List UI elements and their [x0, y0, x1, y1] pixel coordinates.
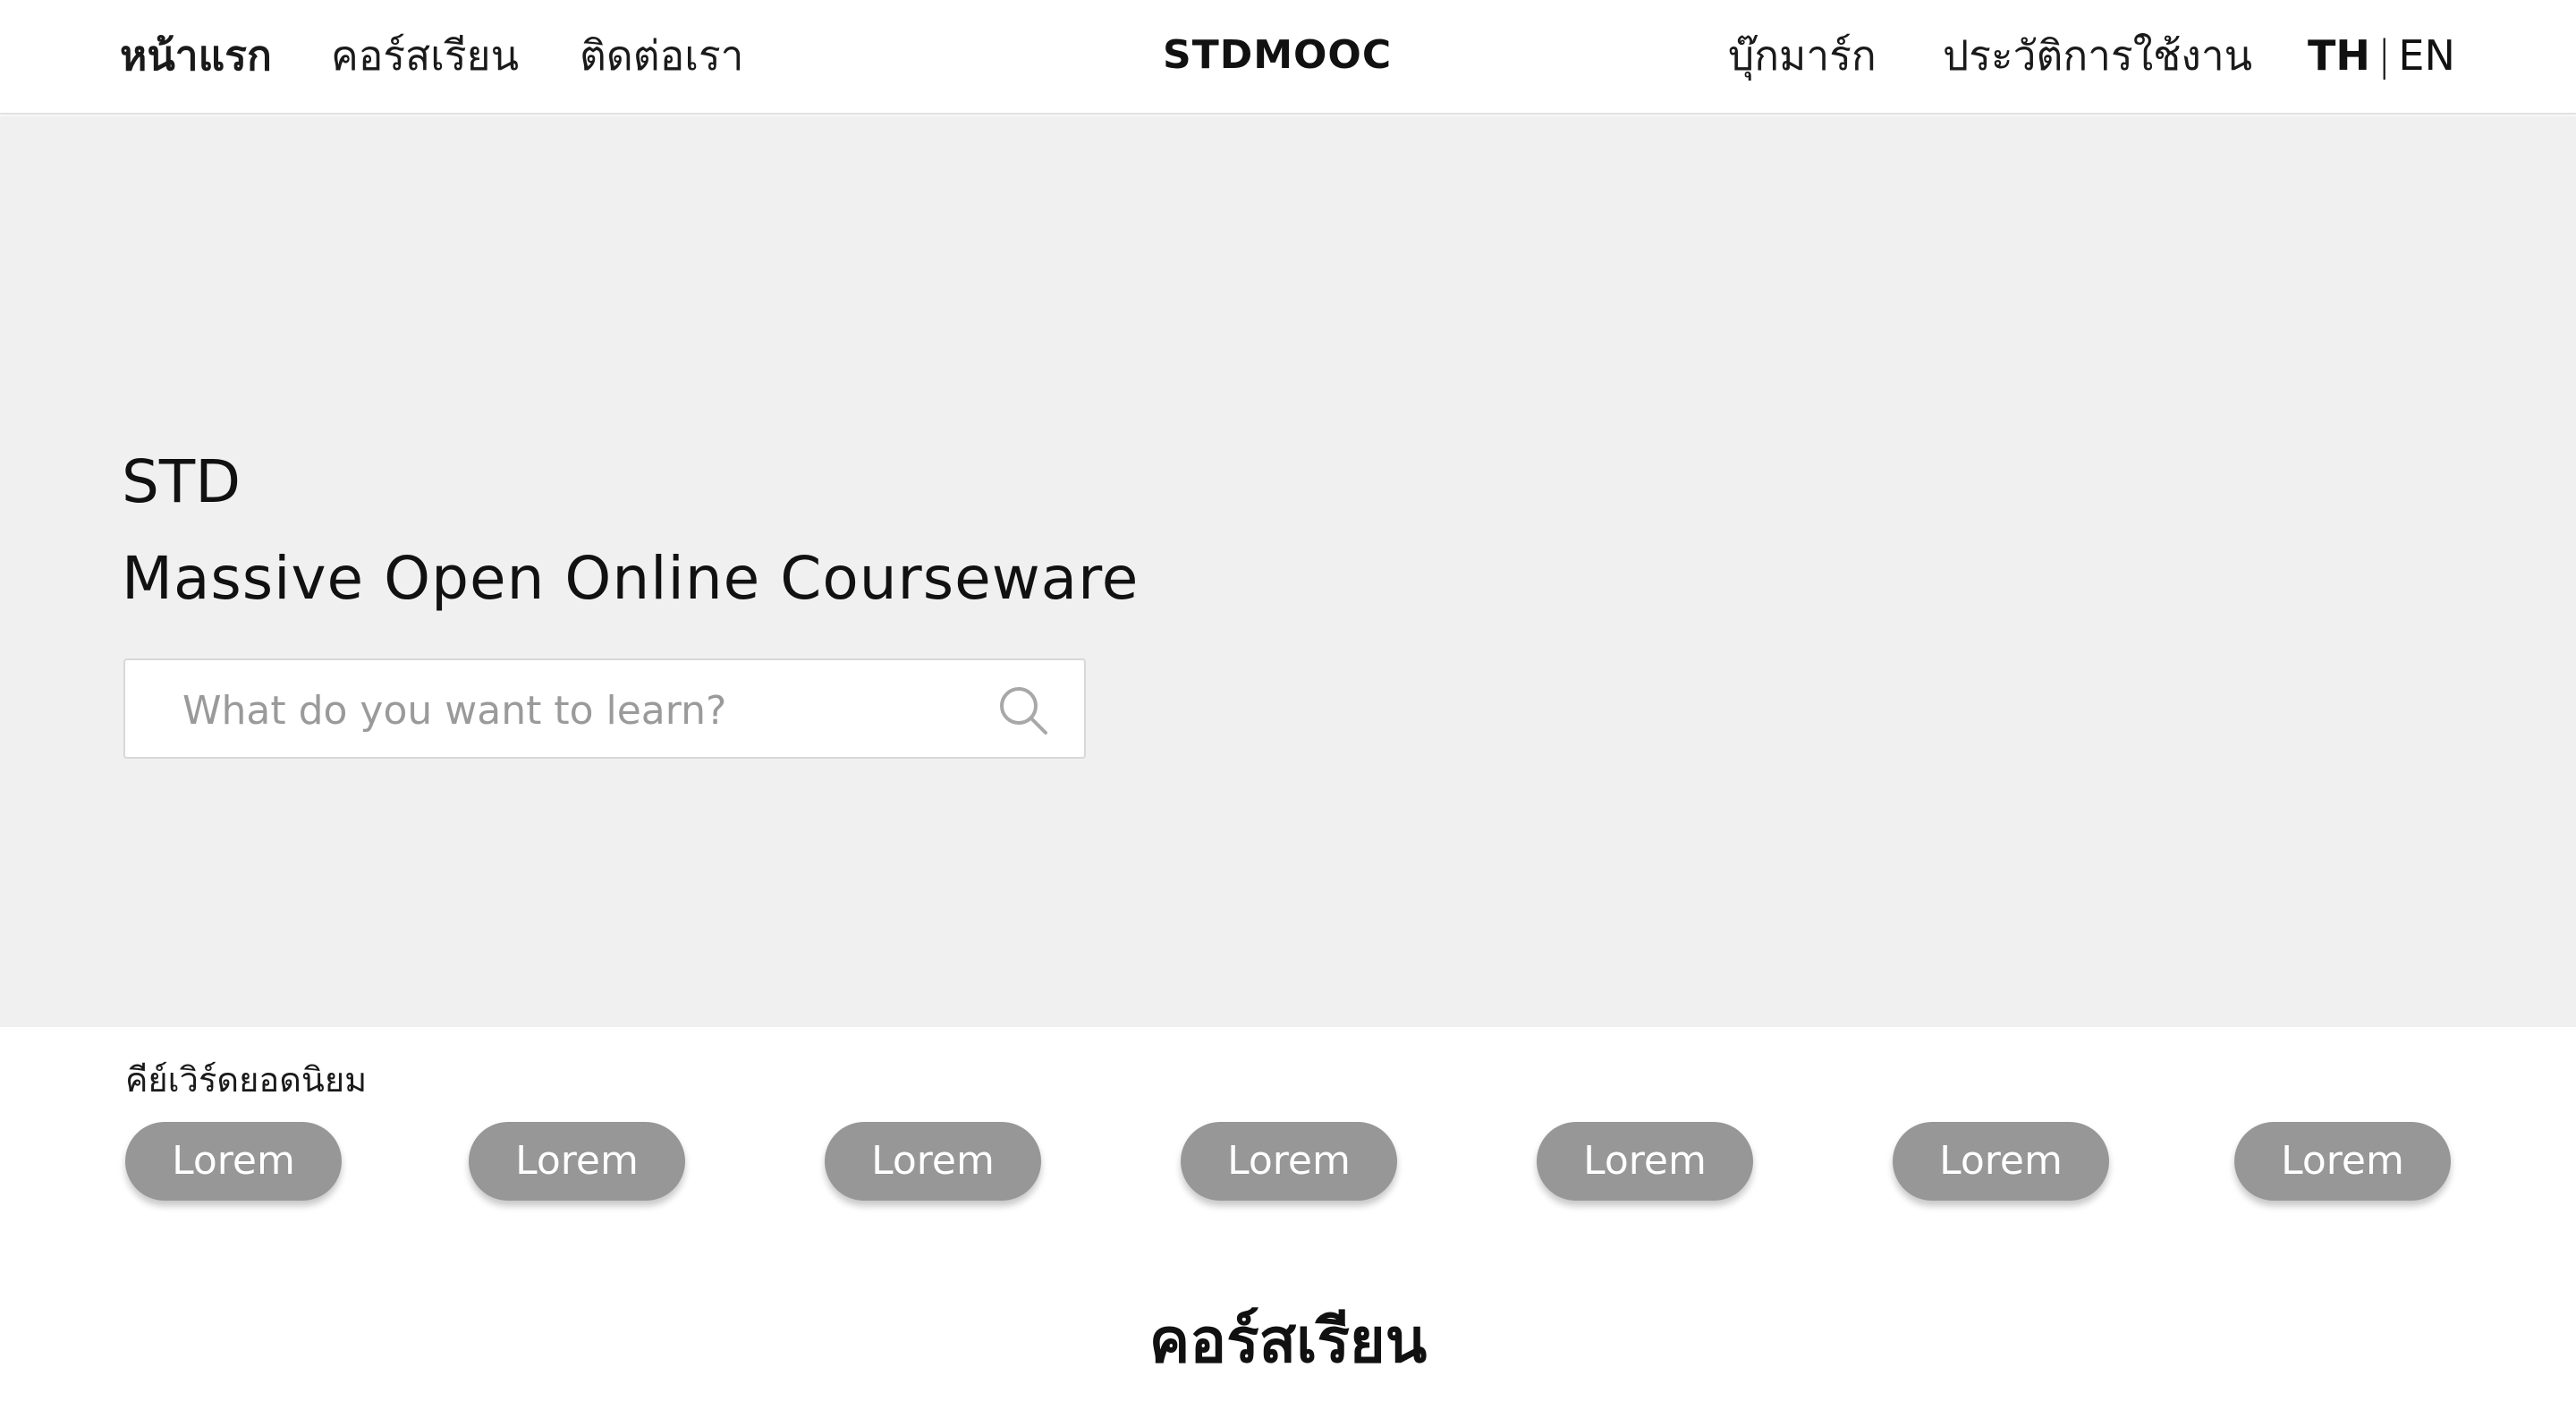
- hero-title-short: STD: [122, 447, 242, 516]
- nav-link-bookmarks[interactable]: บุ๊กมาร์ก: [1728, 29, 1877, 82]
- language-switcher: TH | EN: [2308, 29, 2455, 82]
- keyword-chip[interactable]: Lorem: [1893, 1122, 2109, 1201]
- keyword-chip[interactable]: Lorem: [469, 1122, 685, 1201]
- keyword-chip[interactable]: Lorem: [125, 1122, 342, 1201]
- lang-separator: |: [2377, 31, 2392, 80]
- nav-link-courses[interactable]: คอร์สเรียน: [331, 29, 519, 82]
- lang-en-option[interactable]: EN: [2398, 31, 2454, 80]
- search-box: [123, 658, 1086, 759]
- nav-link-history[interactable]: ประวัติการใช้งาน: [1943, 29, 2252, 82]
- popular-keywords-heading: คีย์เวิร์ดยอดนิยม: [125, 1060, 368, 1100]
- nav-link-home[interactable]: หน้าแรก: [120, 29, 272, 82]
- courses-section-title: คอร์สเรียน: [1148, 1306, 1428, 1377]
- keyword-chip[interactable]: Lorem: [1181, 1122, 1397, 1201]
- hero-banner: STD Massive Open Online Courseware: [0, 116, 2576, 1027]
- nav-link-contact[interactable]: ติดต่อเรา: [580, 29, 744, 82]
- keyword-chip[interactable]: Lorem: [1537, 1122, 1753, 1201]
- keyword-chip[interactable]: Lorem: [825, 1122, 1041, 1201]
- lang-th-option[interactable]: TH: [2308, 31, 2370, 80]
- hero-title-full: Massive Open Online Courseware: [122, 544, 1140, 613]
- search-input[interactable]: [181, 682, 953, 739]
- brand-logo[interactable]: STDMOOC: [1163, 29, 1392, 82]
- keyword-chip[interactable]: Lorem: [2234, 1122, 2451, 1201]
- search-icon[interactable]: [996, 684, 1050, 737]
- top-navbar: หน้าแรก คอร์สเรียน ติดต่อเรา STDMOOC บุ๊…: [0, 0, 2576, 115]
